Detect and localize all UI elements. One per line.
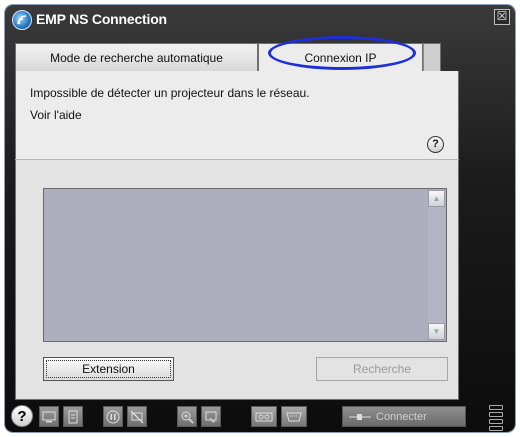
error-message: Impossible de détecter un projecteur dan… — [30, 86, 310, 100]
document-icon[interactable] — [63, 406, 83, 427]
projector-listbox[interactable]: ▲ ▼ — [43, 188, 447, 342]
close-button[interactable]: ☒ — [494, 9, 510, 25]
list-scrollbar[interactable]: ▲ ▼ — [428, 190, 445, 340]
computer-input-icon[interactable] — [281, 406, 307, 427]
help-hint: Voir l'aide — [30, 108, 82, 122]
monitor-icon[interactable] — [39, 406, 59, 427]
bottom-toolbar: ? Connecter — [5, 401, 515, 432]
tab-bar: Mode de recherche automatique Connexion … — [15, 43, 441, 71]
message-panel: Impossible de détecter un projecteur dan… — [15, 71, 459, 159]
help-button[interactable]: ? — [11, 405, 33, 427]
tab-ip-connection[interactable]: Connexion IP — [258, 43, 423, 71]
no-display-icon[interactable] — [127, 406, 147, 427]
resize-grip-icon[interactable] — [489, 405, 503, 431]
window-title: EMP NS Connection — [36, 11, 167, 27]
zoom-in-icon[interactable] — [177, 406, 197, 427]
connect-button[interactable]: Connecter — [342, 406, 466, 427]
extension-button[interactable]: Extension — [43, 357, 174, 381]
search-button[interactable]: Recherche — [316, 357, 448, 381]
help-icon[interactable]: ? — [427, 136, 444, 153]
scroll-up-icon[interactable]: ▲ — [428, 190, 445, 207]
settings-icon[interactable] — [201, 406, 221, 427]
connect-label: Connecter — [376, 410, 427, 423]
projector-list-panel: ▲ ▼ Extension Recherche — [15, 160, 459, 400]
scroll-down-icon[interactable]: ▼ — [428, 323, 445, 340]
video-input-icon[interactable] — [251, 406, 277, 427]
plug-icon — [349, 413, 371, 420]
tab-bar-filler — [423, 43, 441, 71]
network-app-icon — [12, 10, 32, 30]
tab-auto-search[interactable]: Mode de recherche automatique — [15, 43, 258, 71]
pause-icon[interactable] — [103, 406, 123, 427]
